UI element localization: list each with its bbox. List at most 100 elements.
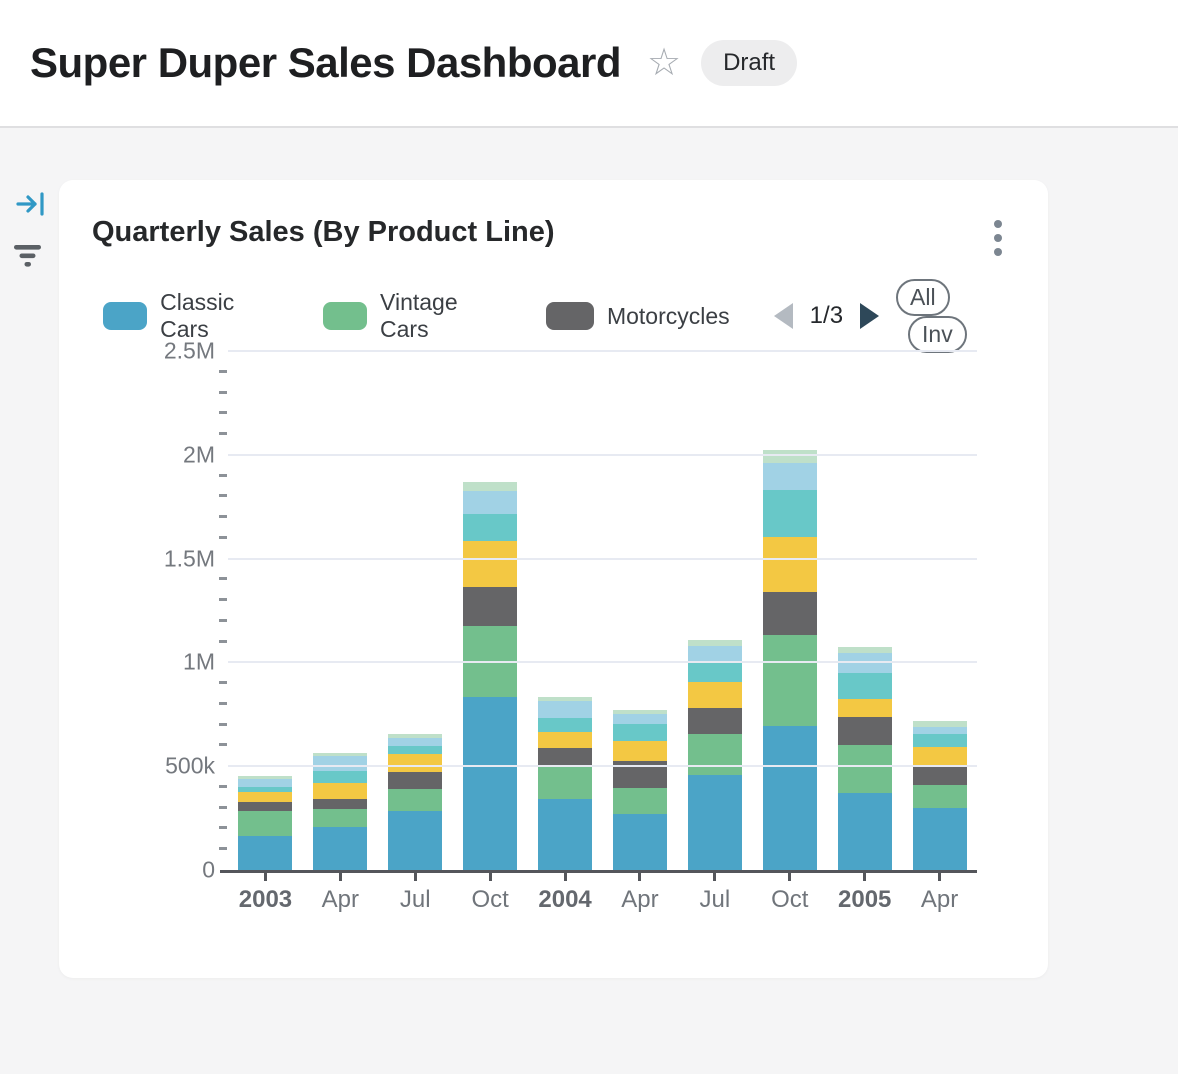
bar-segment[interactable] (613, 714, 667, 724)
star-icon[interactable]: ☆ (647, 44, 681, 82)
bar-apr-9[interactable] (913, 721, 967, 870)
legend-inv-button[interactable]: Inv (908, 316, 967, 353)
y-minor-tick (219, 826, 227, 829)
bar-segment[interactable] (763, 490, 817, 537)
bar-segment[interactable] (763, 463, 817, 490)
bar-segment[interactable] (388, 754, 442, 772)
bar-segment[interactable] (688, 775, 742, 870)
bar-segment[interactable] (913, 747, 967, 765)
bar-segment[interactable] (238, 802, 292, 811)
kebab-menu-icon[interactable] (988, 220, 1008, 256)
filter-icon[interactable] (13, 243, 43, 274)
bar-segment[interactable] (538, 799, 592, 870)
bar-segment[interactable] (388, 746, 442, 754)
legend-prev-icon[interactable] (774, 303, 793, 329)
bar-segment[interactable] (238, 779, 292, 787)
x-tick (938, 873, 941, 881)
legend-next-icon[interactable] (860, 303, 879, 329)
bar-segment[interactable] (313, 756, 367, 771)
bar-segment[interactable] (688, 708, 742, 734)
bar-segment[interactable] (688, 646, 742, 661)
bar-segment[interactable] (538, 748, 592, 766)
x-slot: Apr (303, 873, 378, 914)
bar-segment[interactable] (763, 450, 817, 463)
y-tick-label: 1.5M (164, 545, 215, 572)
bar-segment[interactable] (463, 587, 517, 626)
bar-segment[interactable] (688, 661, 742, 682)
bar-segment[interactable] (838, 745, 892, 793)
bar-oct-3[interactable] (463, 482, 517, 870)
bar-segment[interactable] (463, 482, 517, 490)
bar-segment[interactable] (463, 514, 517, 541)
bar-segment[interactable] (913, 808, 967, 870)
bar-segment[interactable] (238, 836, 292, 870)
bar-segment[interactable] (613, 741, 667, 761)
legend-item-motorcycles[interactable]: Motorcycles (546, 302, 730, 330)
bar-2003-0[interactable] (238, 776, 292, 870)
legend-all-button[interactable]: All (896, 279, 950, 316)
x-slot: 2004 (528, 873, 603, 914)
y-minor-tick (219, 411, 227, 414)
gridline (228, 765, 977, 767)
bar-segment[interactable] (388, 772, 442, 789)
bar-jul-2[interactable] (388, 734, 442, 870)
bar-segment[interactable] (838, 717, 892, 745)
bar-segment[interactable] (913, 721, 967, 728)
bar-segment[interactable] (313, 809, 367, 827)
bar-segment[interactable] (463, 697, 517, 870)
bar-segment[interactable] (613, 788, 667, 815)
bar-segment[interactable] (388, 789, 442, 811)
bar-segment[interactable] (538, 732, 592, 748)
gridline (228, 661, 977, 663)
bar-segment[interactable] (763, 592, 817, 635)
gridline (228, 350, 977, 352)
bar-segment[interactable] (238, 792, 292, 801)
y-minor-tick (219, 432, 227, 435)
bar-segment[interactable] (538, 701, 592, 718)
bar-jul-6[interactable] (688, 640, 742, 870)
bar-segment[interactable] (613, 724, 667, 741)
bar-segment[interactable] (838, 699, 892, 717)
bar-slot (677, 351, 752, 870)
bar-segment[interactable] (613, 814, 667, 870)
bar-segment[interactable] (763, 635, 817, 726)
bar-segment[interactable] (313, 771, 367, 783)
bar-segment[interactable] (388, 811, 442, 870)
bar-segment[interactable] (463, 541, 517, 587)
bar-segment[interactable] (763, 537, 817, 591)
bar-segment[interactable] (538, 718, 592, 732)
bar-segment[interactable] (763, 726, 817, 870)
y-minor-tick (219, 391, 227, 394)
bar-segment[interactable] (913, 727, 967, 734)
y-tick-label: 500k (165, 753, 215, 780)
bar-segment[interactable] (313, 799, 367, 810)
bar-segment[interactable] (688, 734, 742, 775)
bar-segment[interactable] (238, 811, 292, 836)
bar-2005-8[interactable] (838, 647, 892, 870)
bar-segment[interactable] (313, 827, 367, 870)
collapse-panel-icon[interactable] (15, 191, 47, 222)
bar-segment[interactable] (688, 682, 742, 708)
bar-segment[interactable] (838, 793, 892, 870)
bar-2004-4[interactable] (538, 697, 592, 871)
legend-item-classic-cars[interactable]: Classic Cars (103, 289, 279, 343)
y-minor-tick (219, 640, 227, 643)
bar-segment[interactable] (913, 765, 967, 785)
legend-label: Motorcycles (607, 303, 730, 330)
bar-apr-5[interactable] (613, 710, 667, 870)
y-minor-tick (219, 723, 227, 726)
bar-segment[interactable] (838, 673, 892, 699)
bar-apr-1[interactable] (313, 753, 367, 870)
bar-segment[interactable] (838, 647, 892, 654)
bar-segment[interactable] (913, 785, 967, 808)
bar-oct-7[interactable] (763, 450, 817, 870)
y-tick-label: 2.5M (164, 338, 215, 365)
bar-segment[interactable] (463, 491, 517, 514)
bar-segment[interactable] (313, 783, 367, 799)
bar-segment[interactable] (913, 734, 967, 747)
legend-item-vintage-cars[interactable]: Vintage Cars (323, 289, 502, 343)
bar-segment[interactable] (388, 738, 442, 746)
bar-segment[interactable] (538, 766, 592, 799)
y-minor-tick (219, 474, 227, 477)
x-slot: Oct (752, 873, 827, 914)
